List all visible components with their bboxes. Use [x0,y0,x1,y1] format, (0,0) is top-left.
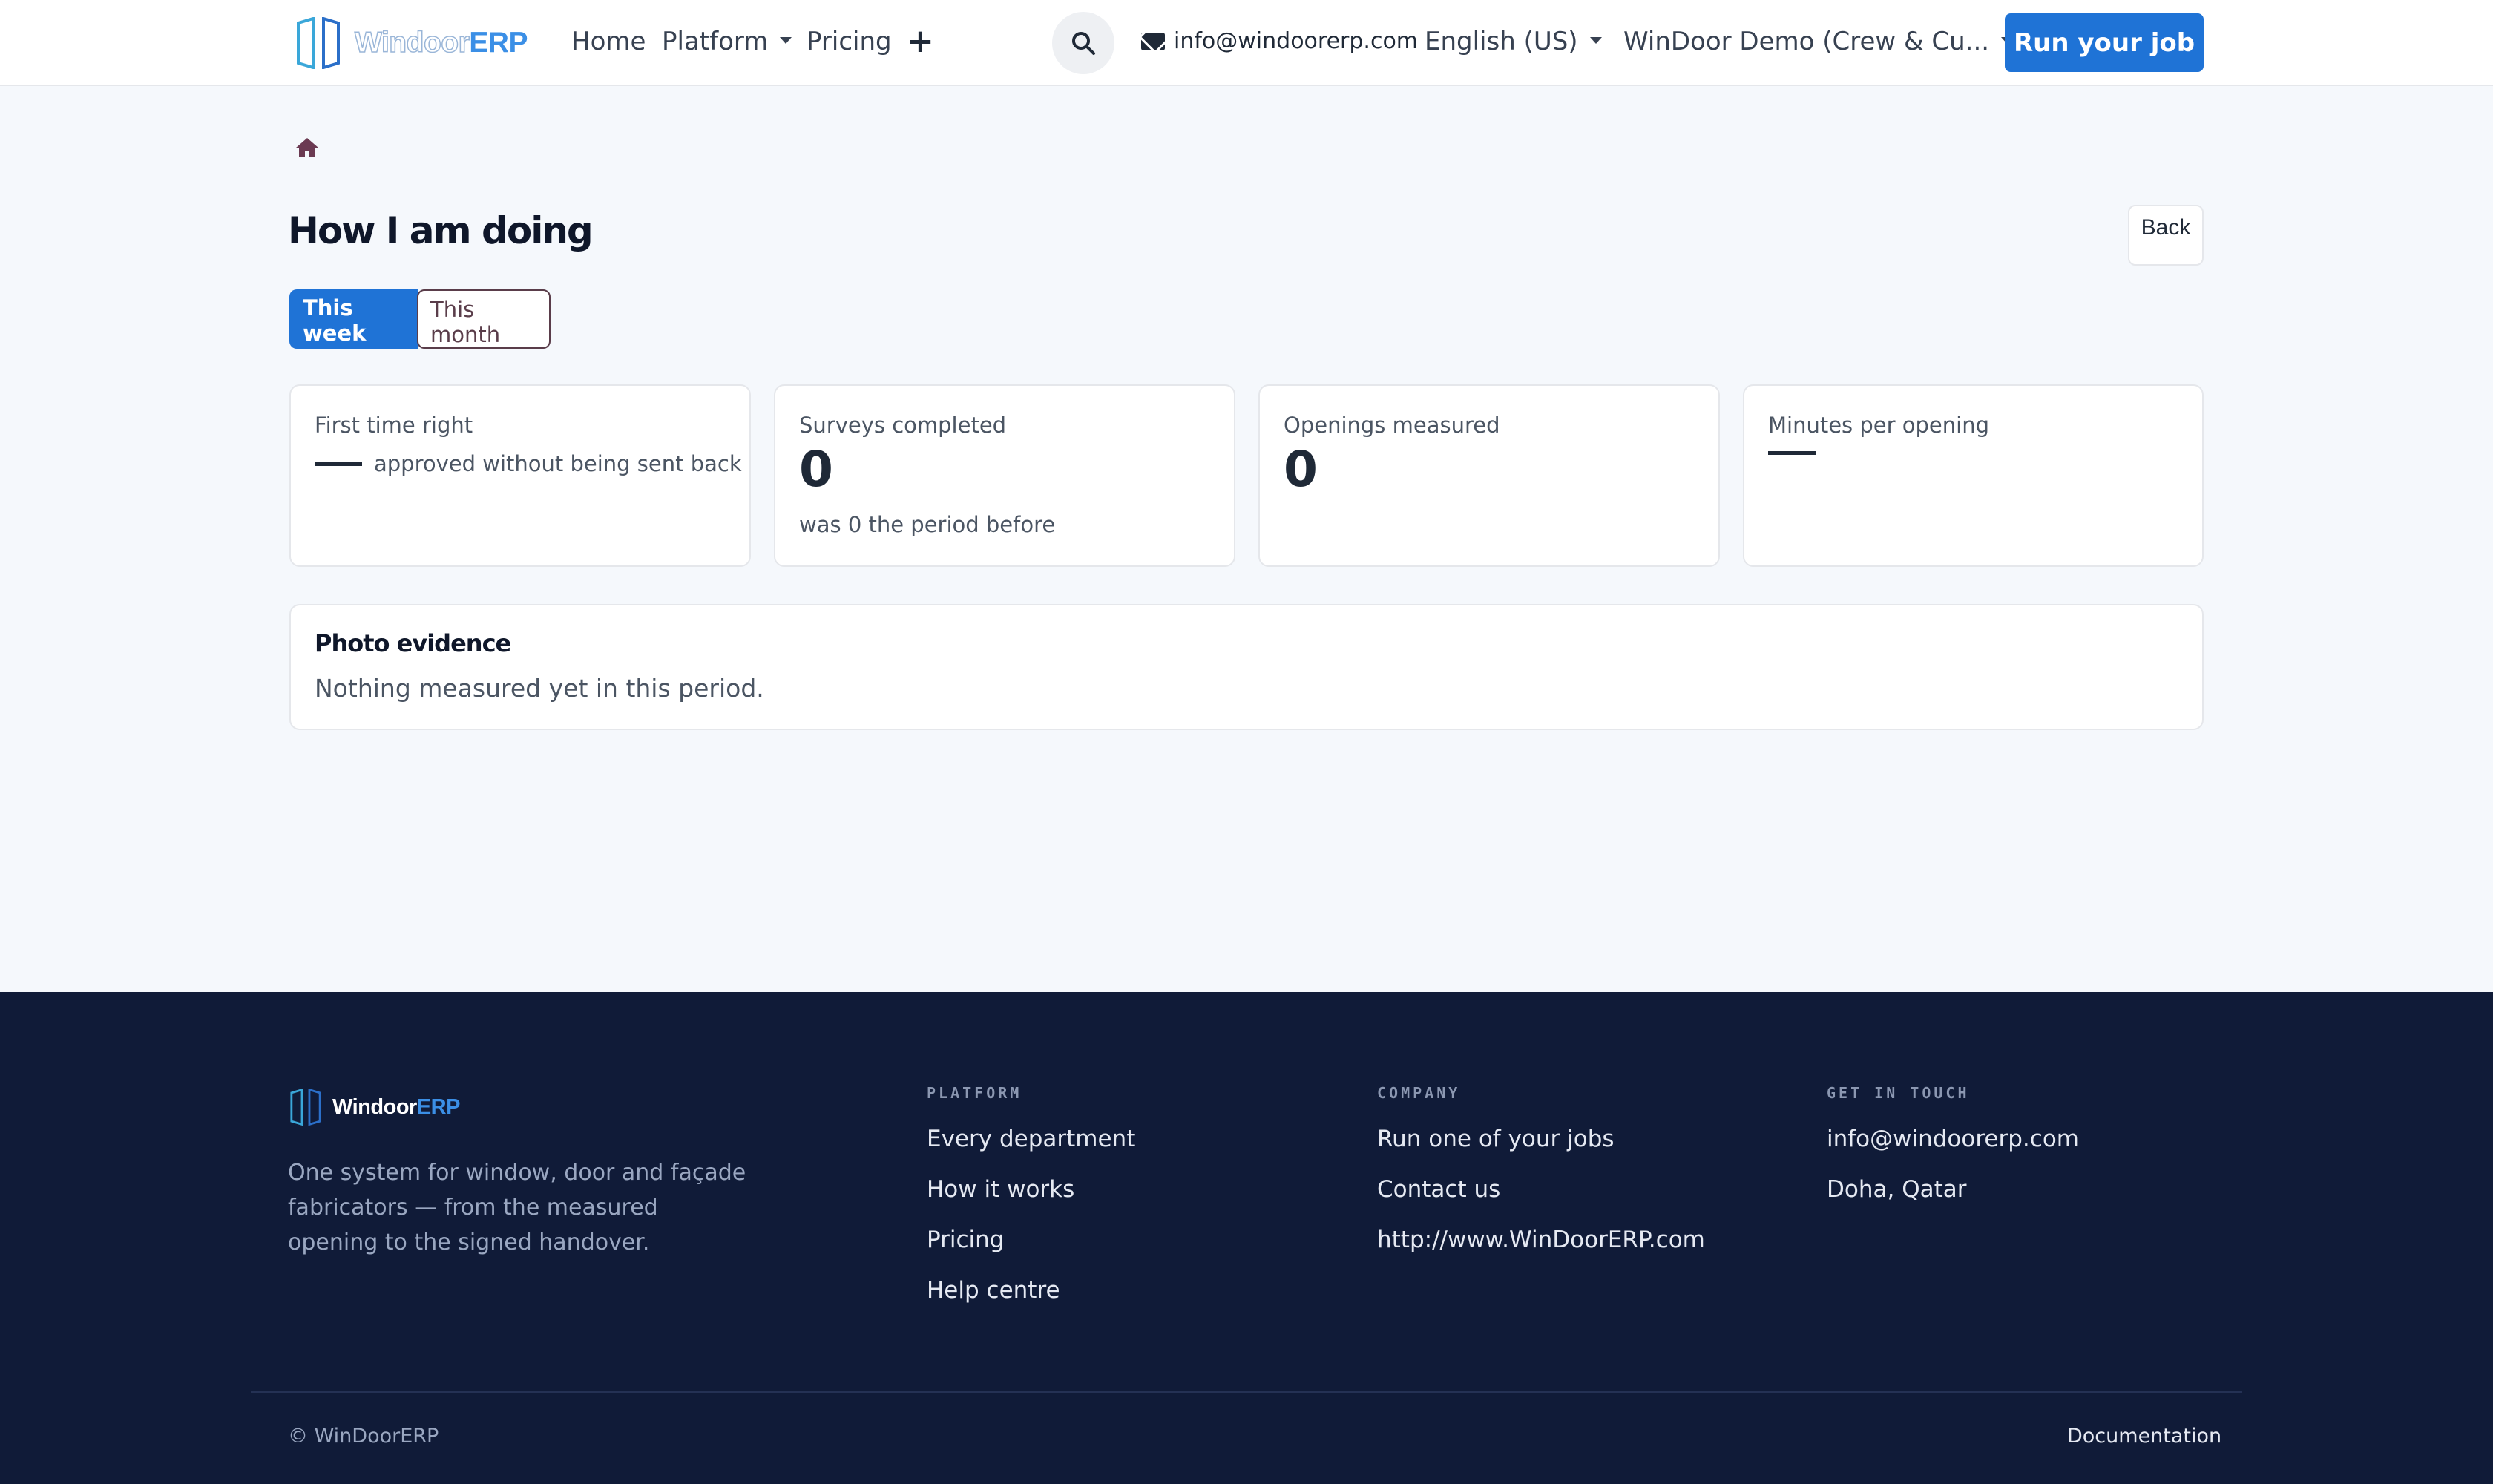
footer-divider [251,1391,2242,1393]
nav-platform-dropdown[interactable]: Platform [662,27,792,56]
card-label: Openings measured [1284,413,1500,438]
empty-state-message: Nothing measured yet in this period. [315,674,764,703]
card-label: Surveys completed [799,413,1007,438]
stat-card-surveys-completed: Surveys completed 0 was 0 the period bef… [774,384,1235,567]
search-button[interactable] [1052,12,1114,74]
footer-logo[interactable]: WindoorERP [289,1089,460,1126]
footer-company-column: COMPANY Run one of your jobs Contact us … [1377,1084,1705,1253]
site-footer: WindoorERP One system for window, door a… [0,992,2493,1484]
card-label: First time right [315,413,473,438]
empty-value-dash [315,462,362,466]
card-subtext: approved without being sent back [374,451,742,476]
page-title: How I am doing [288,209,594,252]
search-icon [1072,32,1095,55]
copyright: © WinDoorERP [288,1425,439,1448]
caret-down-icon [1589,37,1602,44]
footer-link[interactable]: Help centre [927,1277,1135,1304]
card-label: Minutes per opening [1768,413,1989,438]
brand-name: WindoorERP [354,26,528,59]
card-note: was 0 the period before [799,512,1056,537]
window-logo-icon [297,17,340,69]
footer-text: Doha, Qatar [1827,1176,1967,1203]
envelope-icon [1141,32,1165,50]
footer-column-heading: COMPANY [1377,1084,1461,1102]
photo-evidence-panel: Photo evidence Nothing measured yet in t… [289,604,2204,730]
window-logo-icon [290,1089,321,1126]
panel-title: Photo evidence [315,629,511,657]
home-breadcrumb-icon[interactable] [295,137,319,159]
tab-this-week[interactable]: This week [289,289,418,349]
top-navbar: WindoorERP Home Platform Pricing + info@… [0,0,2493,86]
tab-this-month[interactable]: This month [417,289,551,349]
nav-email-link[interactable]: info@windoorerp.com [1141,28,1418,54]
footer-link[interactable]: How it works [927,1176,1135,1203]
footer-platform-column: PLATFORM Every department How it works P… [927,1084,1135,1304]
plus-icon[interactable]: + [907,22,934,60]
stat-card-minutes-per-opening: Minutes per opening [1743,384,2204,567]
footer-link[interactable]: Every department [927,1126,1135,1152]
card-value: 0 [799,441,833,498]
documentation-link[interactable]: Documentation [2067,1425,2221,1448]
nav-pricing[interactable]: Pricing [807,27,892,56]
caret-down-icon [780,37,792,44]
footer-description: One system for window, door and façade f… [288,1160,746,1255]
card-value: 0 [1284,441,1318,498]
footer-column-heading: GET IN TOUCH [1827,1084,1970,1102]
brand-name: WindoorERP [332,1094,460,1119]
footer-contact-column: GET IN TOUCH info@windoorerp.com Doha, Q… [1827,1084,2079,1203]
empty-value-dash [1768,451,1816,455]
language-dropdown[interactable]: English (US) [1425,27,1602,56]
footer-link[interactable]: info@windoorerp.com [1827,1126,2079,1152]
footer-column-heading: PLATFORM [927,1084,1022,1102]
brand-logo[interactable]: WindoorERP [295,16,528,70]
footer-link[interactable]: Contact us [1377,1176,1705,1203]
stat-card-first-time-right: First time right approved without being … [289,384,751,567]
footer-link[interactable]: Run one of your jobs [1377,1126,1705,1152]
run-your-job-button[interactable]: Run your job [2005,13,2204,72]
back-button[interactable]: Back [2128,205,2204,266]
company-dropdown[interactable]: WinDoor Demo (Crew & Cu... [1623,27,2014,56]
stat-card-openings-measured: Openings measured 0 [1258,384,1720,567]
footer-link[interactable]: http://www.WinDoorERP.com [1377,1227,1705,1253]
footer-link[interactable]: Pricing [927,1227,1135,1253]
nav-home[interactable]: Home [571,27,646,56]
